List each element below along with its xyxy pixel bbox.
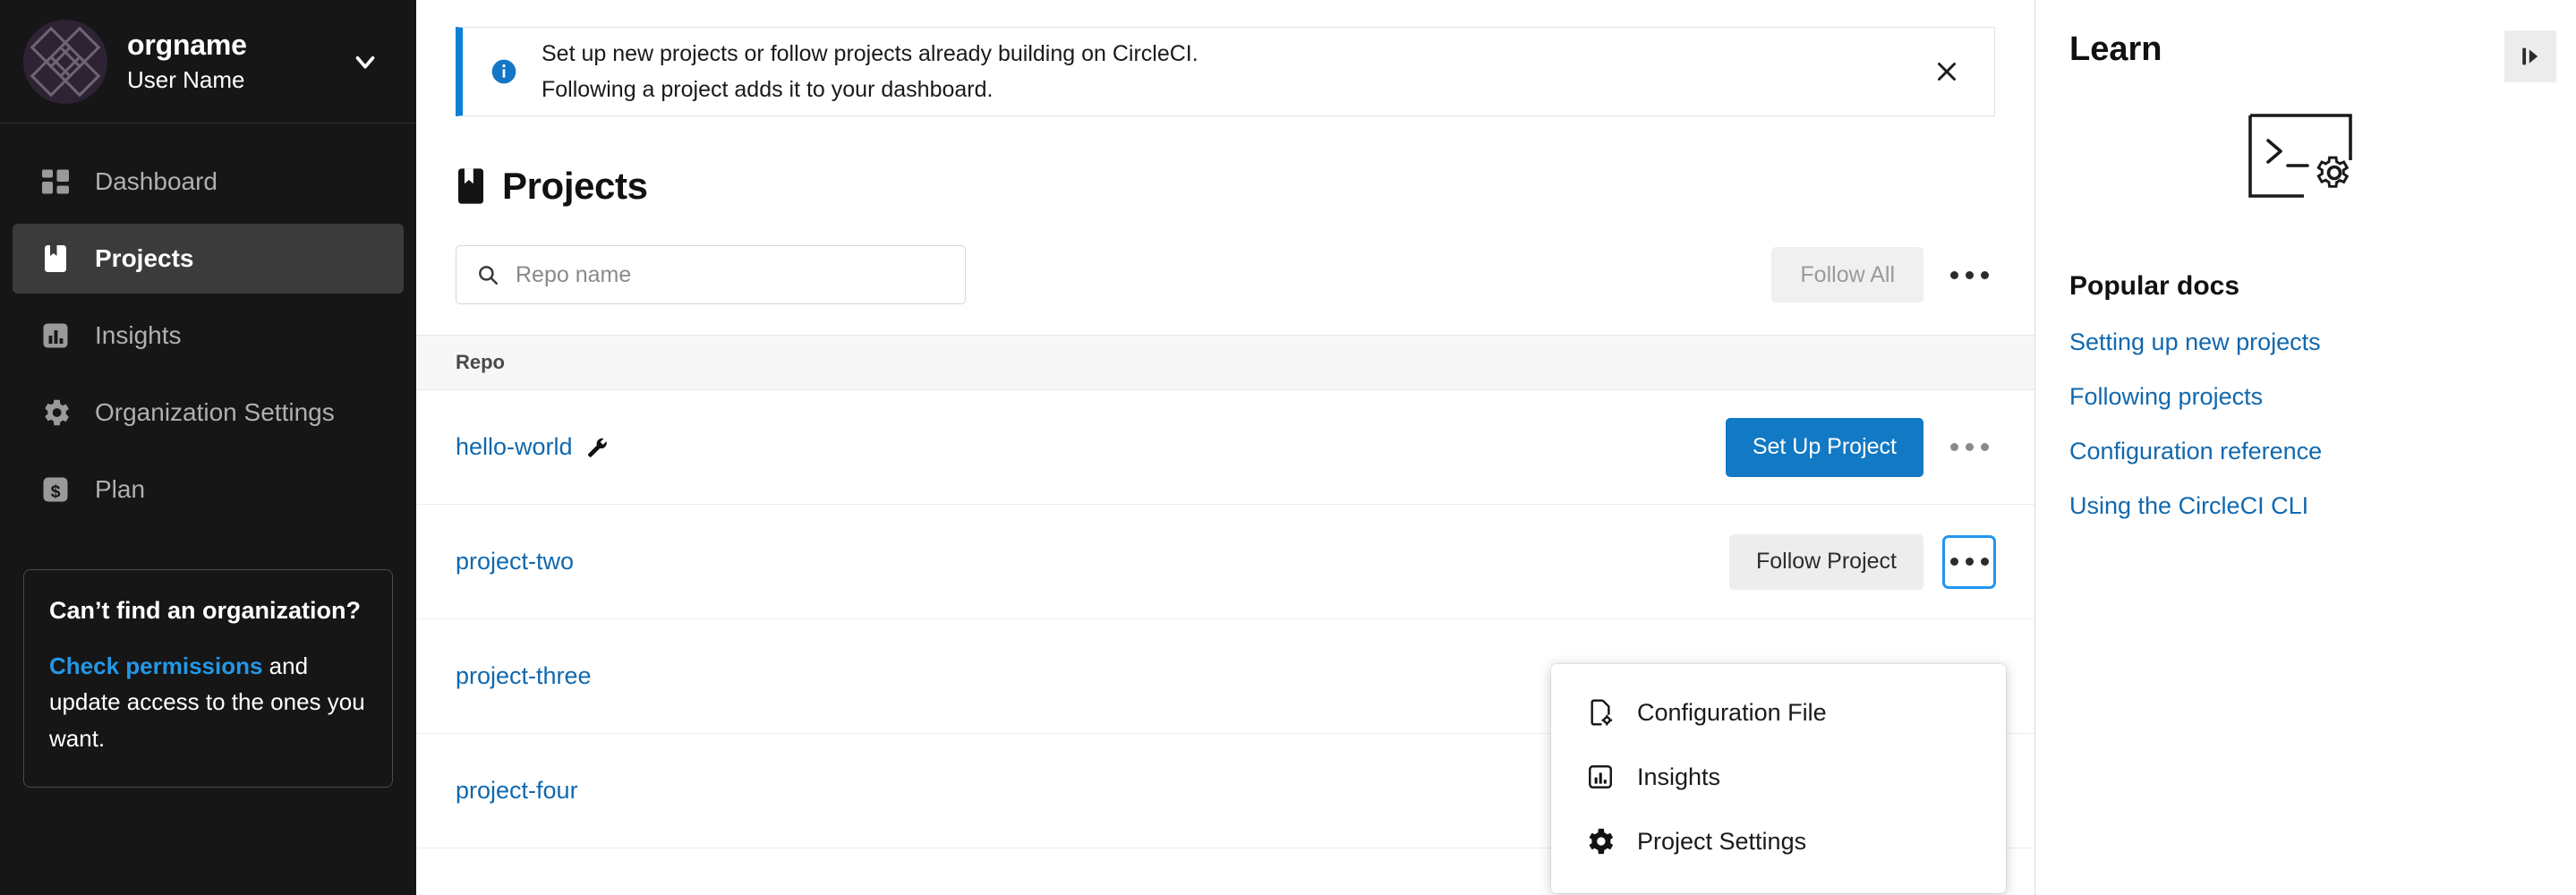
- terminal-gear-icon: [2069, 103, 2542, 219]
- menu-item-label: Configuration File: [1637, 698, 1827, 726]
- sidebar-item-insights[interactable]: Insights: [13, 301, 404, 371]
- sidebar-item-organization-settings[interactable]: Organization Settings: [13, 378, 404, 448]
- page-title-row: Projects: [456, 165, 2034, 208]
- app-root: orgname User Name Dashboard Projects Ins…: [0, 0, 2576, 895]
- gear-icon: [1585, 826, 1616, 857]
- gear-icon: [38, 395, 73, 430]
- column-header-repo: Repo: [456, 351, 505, 373]
- org-avatar: [23, 19, 107, 104]
- panel-collapse-right-icon[interactable]: [2504, 30, 2556, 82]
- menu-item-project-settings[interactable]: Project Settings: [1551, 809, 2006, 874]
- repo-link[interactable]: hello-world: [456, 433, 573, 461]
- info-banner-line-1: Set up new projects or follow projects a…: [542, 40, 1198, 66]
- follow-all-button[interactable]: Follow All: [1771, 247, 1923, 303]
- menu-item-configuration-file[interactable]: Configuration File: [1551, 680, 2006, 745]
- search-input[interactable]: [516, 261, 945, 288]
- sidebar-item-label: Organization Settings: [95, 398, 335, 426]
- sidebar-item-label: Projects: [95, 244, 194, 272]
- org-name: orgname: [127, 29, 247, 62]
- repo-link[interactable]: project-four: [456, 777, 578, 805]
- popular-docs-title: Popular docs: [2069, 271, 2240, 301]
- main-content: Set up new projects or follow projects a…: [416, 0, 2034, 895]
- projects-bookmark-icon: [38, 241, 73, 277]
- set-up-project-button[interactable]: Set Up Project: [1725, 417, 1923, 477]
- org-user-name: User Name: [127, 65, 245, 93]
- projects-toolbar: Follow All: [456, 245, 1995, 304]
- config-file-icon: [1585, 697, 1616, 728]
- page-title: Projects: [502, 165, 648, 207]
- repo-link[interactable]: project-three: [456, 662, 592, 690]
- sidebar-item-projects[interactable]: Projects: [13, 224, 404, 294]
- sidebar-item-dashboard[interactable]: Dashboard: [13, 147, 404, 217]
- insights-bar-chart-icon: [1585, 762, 1616, 792]
- svg-text:$: $: [51, 482, 61, 501]
- menu-item-label: Insights: [1637, 763, 1721, 790]
- project-overflow-dropdown: Configuration File Insights Project Sett…: [1551, 664, 2006, 893]
- row-overflow-menu-button-active[interactable]: [1943, 535, 1995, 588]
- permissions-card-body: Check permissions and update access to t…: [49, 648, 367, 756]
- permissions-card: Can’t find an organization? Check permis…: [23, 569, 393, 788]
- dollar-icon: $: [38, 472, 73, 507]
- close-icon[interactable]: [1932, 56, 1962, 87]
- repo-link[interactable]: project-two: [456, 548, 574, 575]
- info-banner: Set up new projects or follow projects a…: [456, 27, 1995, 116]
- menu-item-label: Project Settings: [1637, 827, 1807, 855]
- search-box[interactable]: [456, 245, 966, 304]
- permissions-card-title: Can’t find an organization?: [49, 597, 361, 624]
- dashboard-icon: [38, 164, 73, 200]
- learn-panel-title: Learn: [2069, 30, 2162, 68]
- row-overflow-menu-button[interactable]: [1943, 422, 1995, 473]
- chevron-down-icon[interactable]: [350, 47, 380, 77]
- info-banner-text: Set up new projects or follow projects a…: [542, 36, 1198, 108]
- doc-link-configuration-reference[interactable]: Configuration reference: [2069, 438, 2542, 465]
- org-switcher[interactable]: orgname User Name: [0, 0, 416, 124]
- menu-item-insights[interactable]: Insights: [1551, 745, 2006, 809]
- projects-bookmark-icon: [456, 167, 486, 205]
- sidebar-item-label: Dashboard: [95, 167, 218, 195]
- doc-link-using-the-circleci-cli[interactable]: Using the CircleCI CLI: [2069, 492, 2542, 520]
- wrench-icon: [585, 436, 609, 459]
- sidebar-item-label: Plan: [95, 475, 146, 503]
- info-icon: [490, 57, 518, 86]
- info-banner-line-2: Following a project adds it to your dash…: [542, 77, 994, 102]
- table-header-row: Repo: [416, 335, 2034, 390]
- sidebar-item-plan[interactable]: $ Plan: [13, 455, 404, 524]
- sidebar-item-label: Insights: [95, 321, 182, 349]
- projects-overflow-menu-button[interactable]: [1943, 249, 1995, 301]
- doc-link-following-projects[interactable]: Following projects: [2069, 383, 2542, 411]
- check-permissions-link[interactable]: Check permissions: [49, 652, 262, 679]
- table-row: hello-world Set Up Project: [416, 390, 2034, 505]
- sidebar-nav: Dashboard Projects Insights Organization…: [0, 124, 416, 532]
- learn-panel: Learn Popular docs Setting up new projec…: [2034, 0, 2576, 895]
- insights-bar-chart-icon: [38, 318, 73, 354]
- search-icon: [476, 263, 499, 286]
- sidebar: orgname User Name Dashboard Projects Ins…: [0, 0, 416, 895]
- follow-project-button[interactable]: Follow Project: [1729, 533, 1923, 590]
- doc-link-setting-up-new-projects[interactable]: Setting up new projects: [2069, 328, 2542, 356]
- table-row: project-two Follow Project: [416, 505, 2034, 619]
